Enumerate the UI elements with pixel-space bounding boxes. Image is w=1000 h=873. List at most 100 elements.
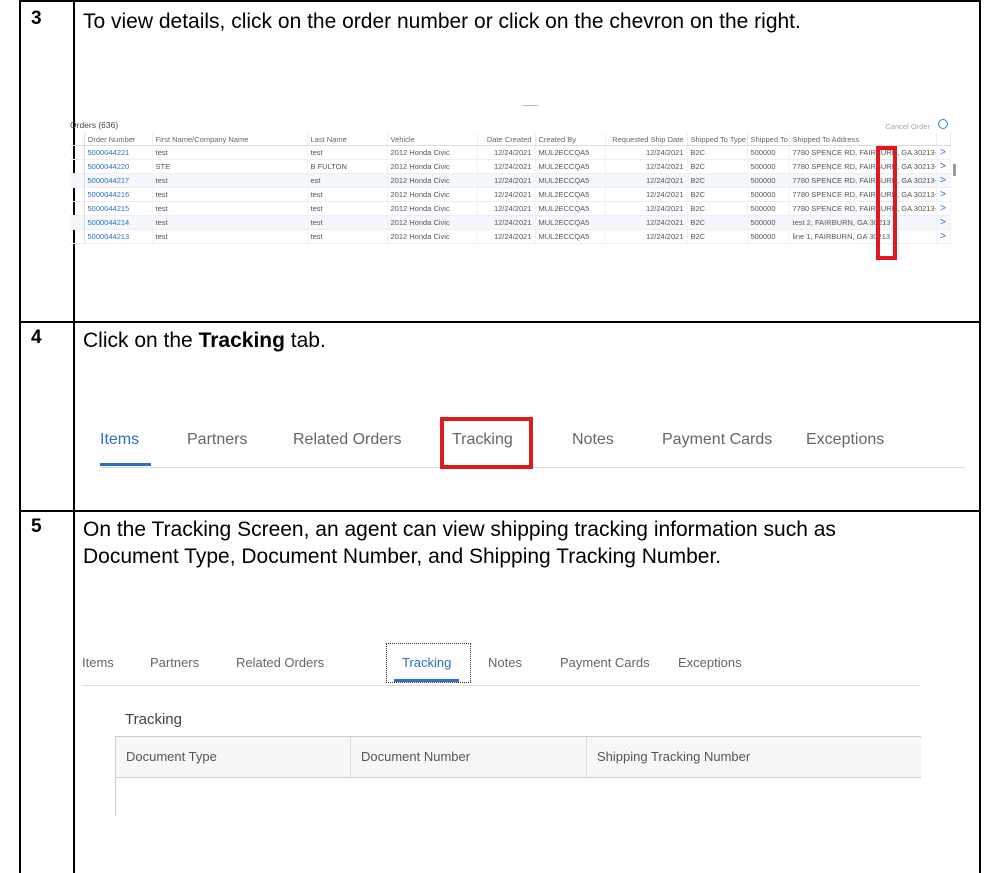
row-selector[interactable] [70, 187, 85, 202]
column-header[interactable]: Date Created [477, 133, 536, 146]
order-number-link[interactable]: 5000044215 [84, 201, 153, 216]
tab-related-orders[interactable]: Related Orders [236, 655, 324, 670]
row-selector[interactable] [70, 215, 85, 230]
order-number-link[interactable]: 5000044216 [84, 187, 153, 202]
table-cell: MUL2ECCQA5 [535, 229, 606, 244]
orders-panel: Orders (636) Cancel Order Order Number F… [70, 102, 956, 267]
order-number-link[interactable]: 5000044214 [84, 215, 153, 230]
gear-icon[interactable] [938, 119, 948, 129]
order-number-link[interactable]: 5000044220 [84, 159, 153, 174]
tab-partners[interactable]: Partners [150, 655, 199, 670]
tab-items[interactable]: Items [100, 431, 139, 449]
column-header-document-number[interactable]: Document Number [351, 737, 587, 777]
step-instruction: To view details, click on the order numb… [83, 10, 801, 33]
table-cell: 500000 [747, 229, 790, 244]
table-cell: 12/24/2021 [477, 187, 536, 202]
order-number-link[interactable]: 5000044221 [84, 145, 153, 160]
table-cell: 12/24/2021 [477, 229, 536, 244]
chevron-right-icon[interactable]: > [936, 145, 951, 160]
table-cell: test [307, 229, 388, 244]
tab-notes[interactable]: Notes [488, 655, 522, 670]
row-selector[interactable] [70, 229, 85, 244]
chevron-right-icon[interactable]: > [936, 187, 951, 202]
tab-focus-outline [386, 643, 471, 683]
table-row[interactable]: 5000044216 test test 2012 Honda Civic 12/24/… [70, 187, 951, 202]
table-cell: 2012 Honda Civic [387, 201, 478, 216]
table-row[interactable]: 5000044217 test est 2012 Honda Civic 12/24/2… [70, 173, 951, 188]
table-cell: 2012 Honda Civic [387, 173, 478, 188]
table-cell: 12/24/2021 [477, 215, 536, 230]
chevron-right-icon[interactable]: > [936, 229, 951, 244]
table-row[interactable]: 5000044221 test test 2012 Honda Civic 12/24/… [70, 145, 951, 160]
row-selector[interactable] [70, 145, 85, 160]
tab-notes[interactable]: Notes [572, 431, 614, 449]
table-cell: 2012 Honda Civic [387, 145, 478, 160]
column-header[interactable]: Requested Ship Date [605, 133, 688, 146]
column-header[interactable]: Shipped To [747, 133, 790, 146]
table-cell: 12/24/2021 [605, 159, 688, 174]
step-number: 3 [31, 8, 42, 29]
table-row[interactable]: 5000044214 test test 2012 Honda Civic 12/24/… [70, 215, 951, 230]
orders-table: Order Number First Name/Company Name Las… [70, 133, 951, 244]
table-cell: STE [152, 159, 308, 174]
table-cell: 12/24/2021 [605, 215, 688, 230]
step-instruction: On the Tracking Screen, an agent can vie… [83, 518, 836, 568]
orders-title: Orders (636) [70, 120, 119, 130]
table-cell: 12/24/2021 [605, 145, 688, 160]
column-header[interactable]: Shipped To Address [789, 133, 937, 146]
tab-partners[interactable]: Partners [187, 431, 247, 449]
cancel-order-button[interactable]: Cancel Order [885, 122, 930, 131]
table-cell: MUL2ECCQA5 [535, 173, 606, 188]
tab-exceptions[interactable]: Exceptions [806, 431, 884, 449]
column-header[interactable]: Last Name [307, 133, 388, 146]
table-cell: 500000 [747, 187, 790, 202]
row-selector[interactable] [70, 201, 85, 216]
table-cell: 2012 Honda Civic [387, 187, 478, 202]
column-header[interactable]: First Name/Company Name [152, 133, 308, 146]
row-selector[interactable] [70, 159, 85, 174]
row-selector[interactable] [70, 173, 85, 188]
table-header-row: Order Number First Name/Company Name Las… [70, 133, 951, 146]
table-cell: test [152, 229, 308, 244]
gutter-cell [70, 133, 85, 146]
tracking-table-header: Document Type Document Number Shipping T… [116, 736, 921, 778]
chevron-column-header [936, 133, 951, 146]
table-cell: B2C [687, 145, 748, 160]
tab-payment-cards[interactable]: Payment Cards [560, 655, 650, 670]
chevron-right-icon[interactable]: > [936, 159, 951, 174]
column-header[interactable]: Vehicle [387, 133, 478, 146]
table-row[interactable]: 5000044215 test test 2012 Honda Civic 12/24/… [70, 201, 951, 216]
tracking-table: Document Type Document Number Shipping T… [115, 736, 921, 816]
order-number-link[interactable]: 5000044217 [84, 173, 153, 188]
tab-exceptions[interactable]: Exceptions [678, 655, 742, 670]
chevron-right-icon[interactable]: > [936, 201, 951, 216]
tab-related-orders[interactable]: Related Orders [293, 431, 402, 449]
step-number-cell: 3 [21, 2, 75, 321]
tab-items[interactable]: Items [82, 655, 114, 670]
step-content: Click on the Tracking tab. [83, 327, 969, 354]
step-content: On the Tracking Screen, an agent can vie… [83, 516, 969, 570]
table-cell: B2C [687, 159, 748, 174]
table-cell: 7780 SPENCE RD, FAIRBURN, GA 30213-2947 [789, 187, 937, 202]
table-row[interactable]: 5000044220 STE B FULTON 2012 Honda Civic 12/… [70, 159, 951, 174]
instruction-text: Click on the [83, 329, 199, 352]
table-cell: test [152, 187, 308, 202]
scrollbar-thumb[interactable] [953, 164, 956, 176]
table-cell: 12/24/2021 [477, 201, 536, 216]
column-header[interactable]: Order Number [84, 133, 153, 146]
chevron-highlight-box [876, 146, 897, 260]
column-header-shipping-tracking-number[interactable]: Shipping Tracking Number [587, 737, 921, 777]
drag-handle[interactable] [522, 105, 538, 106]
table-cell: 2012 Honda Civic [387, 159, 478, 174]
table-cell: MUL2ECCQA5 [535, 145, 606, 160]
tab-payment-cards[interactable]: Payment Cards [662, 431, 772, 449]
chevron-right-icon[interactable]: > [936, 173, 951, 188]
chevron-right-icon[interactable]: > [936, 215, 951, 230]
table-cell: test [152, 215, 308, 230]
column-header[interactable]: Created By [535, 133, 606, 146]
column-header-document-type[interactable]: Document Type [116, 737, 351, 777]
column-header[interactable]: Shipped To Type [687, 133, 748, 146]
table-row[interactable]: 5000044213 test test 2012 Honda Civic 12/24/… [70, 229, 951, 244]
order-number-link[interactable]: 5000044213 [84, 229, 153, 244]
table-cell: test [152, 173, 308, 188]
